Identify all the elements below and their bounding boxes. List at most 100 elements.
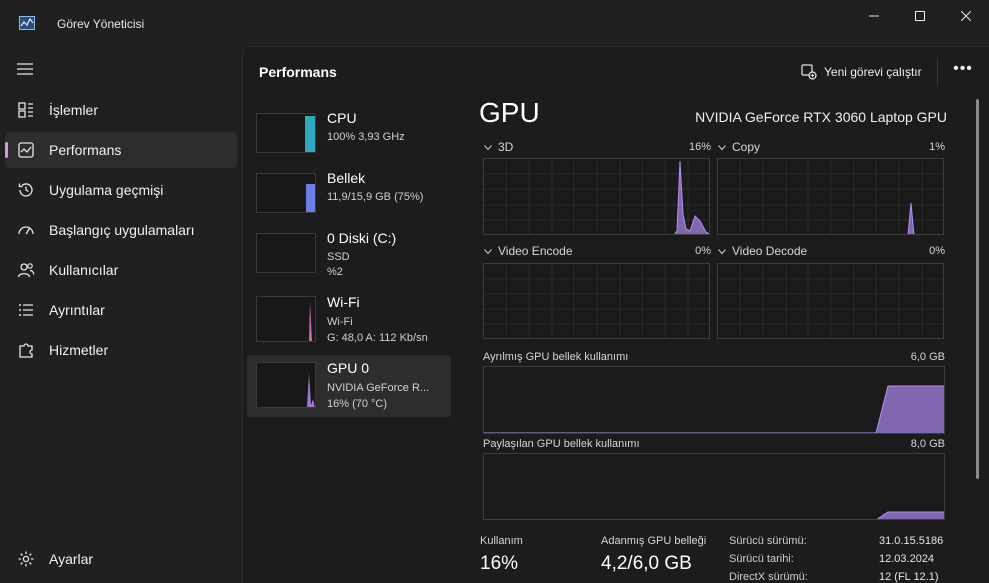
sidebar-item-app-history[interactable]: Uygulama geçmişi bbox=[5, 172, 237, 208]
shared-memory-max: 8,0 GB bbox=[910, 438, 945, 450]
page-title: Performans bbox=[259, 64, 337, 80]
resource-item-wifi[interactable]: Wi-Fi Wi-Fi G: 48,0 A: 112 Kb/sn bbox=[247, 289, 451, 351]
engine-label: Video Encode bbox=[498, 244, 573, 258]
usage-value: 16% bbox=[480, 553, 519, 574]
resource-name: 0 Diski (C:) bbox=[327, 230, 397, 246]
hamburger-menu-button[interactable] bbox=[10, 56, 40, 82]
task-manager-app-icon bbox=[19, 16, 35, 30]
details-list-icon bbox=[19, 304, 33, 316]
sidebar-item-startup-apps[interactable]: Başlangıç uygulamaları bbox=[5, 212, 237, 248]
window-title: Görev Yöneticisi bbox=[57, 17, 145, 31]
resource-detail: Wi-Fi bbox=[327, 316, 353, 328]
shared-memory-graph bbox=[483, 453, 945, 520]
more-options-button[interactable]: ••• bbox=[951, 59, 975, 85]
gpu-heading: GPU bbox=[479, 97, 540, 128]
resource-item-memory[interactable]: Bellek 11,9/15,9 GB (75%) bbox=[247, 163, 451, 225]
sidebar-item-label: Uygulama geçmişi bbox=[49, 182, 164, 198]
wifi-thumbnail-graph bbox=[256, 296, 316, 342]
resource-item-gpu[interactable]: GPU 0 NVIDIA GeForce R... 16% (70 °C) bbox=[247, 355, 451, 417]
sidebar-item-services[interactable]: Hizmetler bbox=[5, 332, 237, 368]
dedicated-memory-graph bbox=[483, 366, 945, 434]
engine-label: 3D bbox=[498, 140, 514, 154]
startup-speedometer-icon bbox=[18, 226, 34, 235]
sidebar-item-label: İşlemler bbox=[49, 102, 99, 118]
dedicated-memory-value: 4,2/6,0 GB bbox=[601, 553, 692, 574]
engine-graph-video-decode bbox=[717, 263, 944, 339]
resource-detail: NVIDIA GeForce R... bbox=[327, 382, 430, 394]
resource-name: CPU bbox=[327, 110, 357, 126]
resource-detail: 11,9/15,9 GB (75%) bbox=[327, 191, 424, 203]
run-new-task-button[interactable]: Yeni görevi çalıştır bbox=[801, 59, 922, 85]
sidebar-item-settings[interactable]: Ayarlar bbox=[5, 541, 237, 577]
performance-panel: Performans Yeni görevi çalıştır ••• CPU … bbox=[242, 46, 989, 583]
dedicated-memory-max: 6,0 GB bbox=[910, 351, 945, 363]
engine-label: Video Decode bbox=[732, 244, 808, 258]
performance-chart-icon bbox=[18, 142, 34, 158]
sidebar-item-label: Performans bbox=[49, 142, 122, 158]
active-indicator bbox=[5, 142, 8, 158]
engine-selector-video-decode[interactable]: Video Decode bbox=[717, 244, 837, 260]
minimize-button[interactable] bbox=[851, 0, 897, 32]
driver-date-label: Sürücü tarihi: bbox=[729, 553, 794, 565]
gpu-thumbnail-graph bbox=[256, 362, 316, 408]
sidebar-item-users[interactable]: Kullanıcılar bbox=[5, 252, 237, 288]
processes-grid-icon bbox=[18, 102, 33, 118]
sidebar-item-performance[interactable]: Performans bbox=[5, 132, 237, 168]
engine-value: 0% bbox=[929, 245, 945, 257]
users-icon bbox=[17, 263, 35, 278]
run-task-icon bbox=[801, 64, 817, 80]
resource-detail-secondary: %2 bbox=[327, 266, 343, 278]
engine-selector-3d[interactable]: 3D bbox=[483, 140, 583, 156]
engine-value: 16% bbox=[688, 141, 711, 153]
history-clock-icon bbox=[18, 183, 33, 197]
resource-item-disk[interactable]: 0 Diski (C:) SSD %2 bbox=[247, 223, 451, 285]
minimize-icon bbox=[869, 15, 879, 17]
engine-selector-copy[interactable]: Copy bbox=[717, 140, 817, 156]
engine-graph-video-encode bbox=[483, 263, 710, 339]
run-task-label: Yeni görevi çalıştır bbox=[824, 65, 922, 79]
memory-thumbnail-graph bbox=[256, 173, 316, 213]
dedicated-memory-label: Adanmış GPU belleği bbox=[601, 535, 707, 547]
sidebar-item-label: Hizmetler bbox=[49, 342, 109, 358]
driver-version-value: 31.0.15.5186 bbox=[879, 535, 944, 547]
close-button[interactable] bbox=[943, 0, 989, 32]
engine-graph-3d bbox=[483, 158, 710, 235]
cpu-thumbnail-graph bbox=[256, 113, 316, 153]
directx-version-value: 12 (FL 12.1) bbox=[879, 571, 939, 583]
sidebar-item-label: Kullanıcılar bbox=[49, 262, 119, 278]
sidebar-item-label: Ayrıntılar bbox=[49, 302, 105, 318]
engine-value: 1% bbox=[929, 141, 945, 153]
chevron-down-icon bbox=[718, 249, 726, 255]
resource-name: Bellek bbox=[327, 170, 366, 186]
task-manager-window: Görev Yöneticisi İşlemler Performans Uyg… bbox=[0, 0, 989, 583]
gear-icon bbox=[18, 551, 34, 567]
dedicated-memory-graph-label: Ayrılmış GPU bellek kullanımı bbox=[483, 351, 629, 363]
resource-detail-secondary: G: 48,0 A: 112 Kb/sn bbox=[327, 332, 428, 344]
resource-detail: SSD bbox=[327, 251, 350, 263]
gpu-model-name: NVIDIA GeForce RTX 3060 Laptop GPU bbox=[695, 109, 947, 125]
services-puzzle-icon bbox=[19, 343, 33, 358]
engine-label: Copy bbox=[732, 140, 761, 154]
sidebar-item-processes[interactable]: İşlemler bbox=[5, 92, 237, 128]
maximize-button[interactable] bbox=[897, 0, 943, 32]
engine-graph-copy bbox=[717, 158, 944, 235]
maximize-icon bbox=[915, 11, 925, 21]
resource-name: GPU 0 bbox=[327, 360, 370, 376]
engine-selector-video-encode[interactable]: Video Encode bbox=[483, 244, 603, 260]
directx-version-label: DirectX sürümü: bbox=[729, 571, 808, 583]
close-icon bbox=[961, 11, 971, 21]
sidebar-item-details[interactable]: Ayrıntılar bbox=[5, 292, 237, 328]
vertical-scrollbar[interactable] bbox=[976, 99, 979, 479]
sidebar-item-label: Ayarlar bbox=[49, 551, 94, 567]
chevron-down-icon bbox=[484, 249, 492, 255]
driver-date-value: 12.03.2024 bbox=[879, 553, 935, 565]
disk-thumbnail-graph bbox=[256, 233, 316, 273]
toolbar-divider bbox=[937, 59, 938, 85]
hamburger-icon bbox=[17, 63, 33, 75]
resource-item-cpu[interactable]: CPU 100% 3,93 GHz bbox=[247, 103, 451, 165]
resource-name: Wi-Fi bbox=[327, 294, 360, 310]
usage-label: Kullanım bbox=[480, 535, 523, 547]
sidebar-item-label: Başlangıç uygulamaları bbox=[49, 222, 195, 238]
engine-value: 0% bbox=[695, 245, 711, 257]
driver-version-label: Sürücü sürümü: bbox=[729, 535, 807, 547]
